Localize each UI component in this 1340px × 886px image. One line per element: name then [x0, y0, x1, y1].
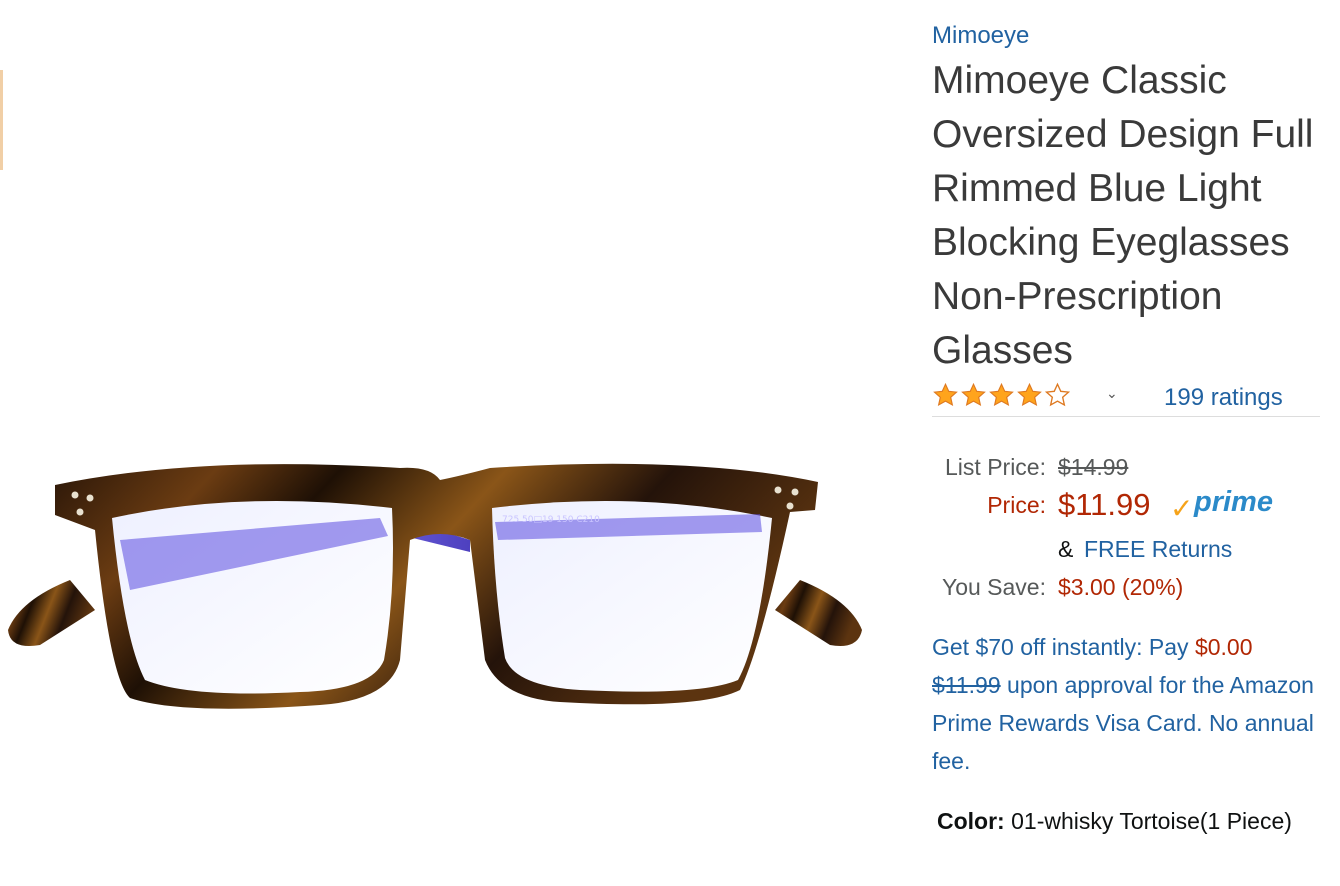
- price-label: Price:: [987, 492, 1046, 518]
- ampersand: &: [1058, 536, 1074, 562]
- ratings-count-link[interactable]: 199 ratings: [1164, 384, 1283, 412]
- promo-struck-price: $11.99: [932, 672, 1001, 698]
- product-image[interactable]: 725 50□19 150 C210: [0, 440, 880, 740]
- star-icon: [1017, 382, 1042, 407]
- star-rating[interactable]: [932, 382, 1072, 412]
- free-returns-link[interactable]: FREE Returns: [1084, 536, 1232, 563]
- chevron-down-icon[interactable]: ⌄: [1106, 385, 1118, 402]
- credit-card-promo[interactable]: Get $70 off instantly: Pay $0.00 $11.99 …: [932, 628, 1324, 780]
- color-variation: Color: 01-whisky Tortoise(1 Piece): [932, 802, 1312, 840]
- thumbnail-edge[interactable]: [0, 70, 3, 170]
- prime-logo: prime: [1194, 486, 1273, 518]
- prime-check-icon: ✓: [1170, 493, 1194, 524]
- star-icon: [989, 382, 1014, 407]
- promo-lead[interactable]: Get $70 off instantly: Pay: [932, 634, 1195, 660]
- price-value: $11.99: [1058, 487, 1151, 522]
- color-label: Color:: [937, 808, 1005, 834]
- star-empty-icon: [1044, 382, 1071, 407]
- brand-link[interactable]: Mimoeye: [932, 22, 1029, 50]
- you-save-value: $3.00 (20%): [1058, 574, 1184, 600]
- you-save-label: You Save:: [941, 574, 1046, 600]
- image-pane: 725 50□19 150 C210: [0, 0, 900, 886]
- list-price-label: List Price:: [945, 454, 1046, 480]
- star-icon: [961, 382, 986, 407]
- star-icon: [933, 382, 958, 407]
- frame-inscription: 725 50□19 150 C210: [502, 515, 600, 525]
- list-price-value: $14.99: [1058, 454, 1129, 480]
- rating-row: ⌄ 199 ratings: [932, 382, 1320, 417]
- product-title: Mimoeye Classic Oversized Design Full Ri…: [932, 59, 1314, 372]
- color-value: 01-whisky Tortoise(1 Piece): [1004, 808, 1292, 834]
- promo-pay-amount: $0.00: [1194, 634, 1253, 660]
